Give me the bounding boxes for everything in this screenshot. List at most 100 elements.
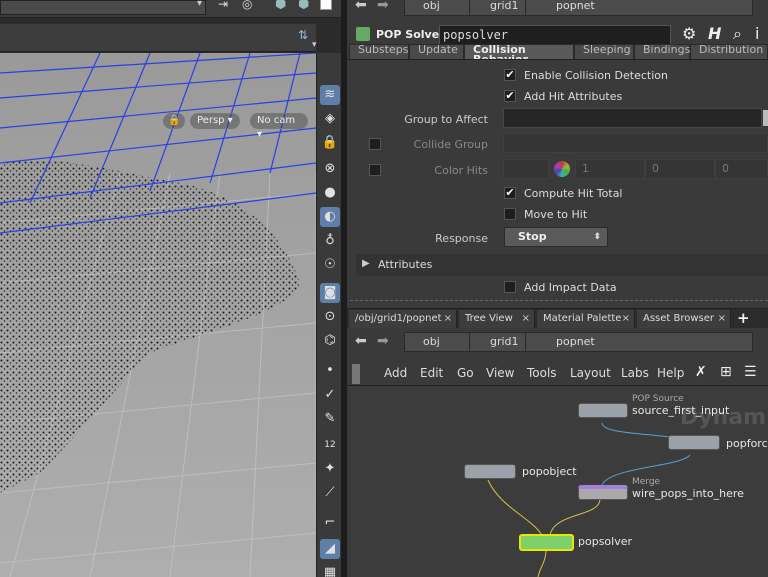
chevron-down-icon[interactable]: ▾ (312, 40, 317, 50)
geometry-icon[interactable]: ⬢ (275, 0, 286, 12)
camera-dropdown[interactable]: Persp ▾ (190, 113, 240, 129)
maximize-icon[interactable] (320, 0, 332, 10)
close-icon[interactable]: × (622, 310, 630, 328)
tab-material-palette[interactable]: Material Palette × (537, 310, 635, 328)
pane-divider[interactable] (350, 300, 768, 304)
enable-collision-checkbox[interactable]: ✔ (504, 69, 516, 81)
close-icon[interactable]: × (444, 310, 452, 328)
shading-icon[interactable]: ● (320, 183, 340, 203)
pin-icon[interactable]: ⇥ (218, 0, 228, 11)
close-icon[interactable]: × (718, 310, 726, 328)
tab-tree-view[interactable]: Tree View × (459, 310, 535, 328)
camera-icon[interactable]: ◙ (320, 283, 340, 303)
flipbook-icon[interactable]: ⌬ (320, 331, 340, 351)
viewport-desktop-dropdown[interactable]: ▾ (0, 0, 206, 15)
lock-icon[interactable]: 🔒 (320, 133, 340, 153)
path-crumb-popnet[interactable]: popnet (525, 0, 753, 16)
compute-hit-total-checkbox[interactable]: ✔ (504, 187, 516, 199)
brush-icon[interactable]: ✓ (320, 385, 340, 405)
tab-distribution[interactable]: Distribution (690, 44, 768, 59)
ghost-icon[interactable]: ⊗ (320, 159, 340, 179)
expand-triangle-icon: ▶ (362, 258, 370, 269)
menu-labs[interactable]: Labs (621, 366, 649, 380)
tab-asset-browser[interactable]: Asset Browser × (637, 310, 731, 328)
add-hit-attribs-checkbox[interactable]: ✔ (504, 90, 516, 102)
back-arrow-icon[interactable]: ⬅ (355, 333, 367, 349)
hide-icon[interactable]: ◈ (320, 109, 340, 129)
gear-icon[interactable]: ⚙ (682, 24, 696, 43)
number-display-icon[interactable]: 12 (320, 435, 340, 455)
lock-camera-icon[interactable]: 🔒 (163, 113, 185, 129)
menu-edit[interactable]: Edit (420, 366, 443, 380)
group-to-affect-field[interactable] (503, 108, 762, 128)
move-to-hit-checkbox[interactable] (504, 208, 516, 220)
asset-browser-tab-label: Asset Browser (643, 313, 715, 324)
node-name-field[interactable]: popsolver (439, 25, 671, 45)
add-impact-data-checkbox[interactable] (504, 281, 516, 293)
menu-tools[interactable]: Tools (527, 366, 557, 380)
add-tab-icon[interactable]: + (737, 309, 750, 327)
tab-update[interactable]: Update (409, 44, 464, 59)
group-menu-icon[interactable] (763, 110, 768, 126)
texture-icon[interactable]: ◢ (320, 539, 340, 559)
bounds-icon[interactable]: ⌐ (320, 513, 340, 533)
menu-help[interactable]: Help (657, 366, 684, 380)
snapshot-icon[interactable]: ⊙ (320, 307, 340, 327)
tree-layout-icon[interactable]: ⊞ (720, 364, 732, 380)
net-crumb-popnet[interactable]: popnet (525, 332, 753, 352)
popforce-node[interactable] (668, 435, 720, 450)
light-icon[interactable]: ◐ (320, 207, 340, 227)
menu-go[interactable]: Go (457, 366, 474, 380)
popsolver-node[interactable] (519, 534, 574, 551)
color-hits-g-field[interactable]: 0 (645, 159, 715, 179)
forward-arrow-icon[interactable]: ➡ (377, 0, 389, 13)
color-hits-r-field[interactable]: 1 (575, 159, 645, 179)
pen-icon[interactable]: ✎ (320, 409, 340, 429)
tab-bindings[interactable]: Bindings (634, 44, 690, 59)
point-display-icon[interactable]: • (320, 361, 340, 381)
paint-icon[interactable]: ✦ (320, 459, 340, 479)
color-hits-toggle[interactable] (369, 164, 381, 176)
close-icon[interactable]: × (522, 310, 530, 328)
menu-layout[interactable]: Layout (570, 366, 611, 380)
merge-node[interactable] (578, 485, 628, 500)
menu-add[interactable]: Add (384, 366, 407, 380)
tab-collision-behavior[interactable]: Collision Behavior (464, 44, 574, 59)
help-icon[interactable]: H (708, 24, 721, 43)
normal-icon[interactable]: ⟋ (320, 483, 340, 503)
no-cam-dropdown[interactable]: No cam ▾ (250, 113, 308, 140)
scene-render (0, 53, 316, 577)
color-wheel-icon[interactable] (554, 161, 570, 177)
material-palette-tab-label: Material Palette (543, 313, 622, 324)
object-icon[interactable]: ⬢ (298, 0, 309, 12)
checker-icon[interactable]: ▦ (320, 563, 340, 577)
tools-wrench-icon[interactable]: ✗ (695, 364, 707, 380)
target-icon[interactable]: ◎ (242, 0, 252, 11)
tab-substeps[interactable]: Substeps (349, 44, 409, 59)
tab-network-path[interactable]: /obj/grid1/popnet × (349, 310, 457, 328)
list-view-icon[interactable]: ☰ (744, 364, 757, 380)
tab-sleeping[interactable]: Sleeping (574, 44, 634, 59)
headlight-icon[interactable]: ☉ (320, 255, 340, 275)
viewport-canvas[interactable]: 🔒 Persp ▾ No cam ▾ (0, 53, 316, 577)
network-canvas[interactable]: Dynam POP Source source_first_input popf… (350, 387, 768, 577)
bulb-icon[interactable]: ♁ (320, 231, 340, 251)
response-select[interactable]: Stop ⬍ (504, 227, 608, 247)
display-options-icon[interactable]: ≋ (320, 85, 340, 105)
collide-group-field[interactable] (503, 133, 768, 153)
pop-source-node[interactable] (578, 403, 628, 418)
color-hits-swatch-field[interactable] (503, 159, 549, 179)
menu-grip-icon[interactable] (352, 364, 360, 384)
menu-view[interactable]: View (486, 366, 514, 380)
forward-arrow-icon[interactable]: ➡ (377, 333, 389, 349)
color-hits-b-field[interactable]: 0 (715, 159, 768, 179)
search-icon[interactable]: ⌕ (733, 24, 742, 44)
network-menu-bar: Add Edit Go View Tools Layout Labs Help … (347, 360, 768, 386)
network-path-bar: ⬅ ➡ obj grid1 popnet (347, 330, 768, 356)
info-icon[interactable]: i (755, 24, 759, 43)
collide-group-toggle[interactable] (369, 138, 381, 150)
back-arrow-icon[interactable]: ⬅ (355, 0, 367, 13)
attributes-folder[interactable]: ▶ Attributes (356, 254, 768, 276)
popobject-node[interactable] (464, 464, 516, 479)
sort-icon[interactable]: ⇅ (298, 28, 308, 42)
